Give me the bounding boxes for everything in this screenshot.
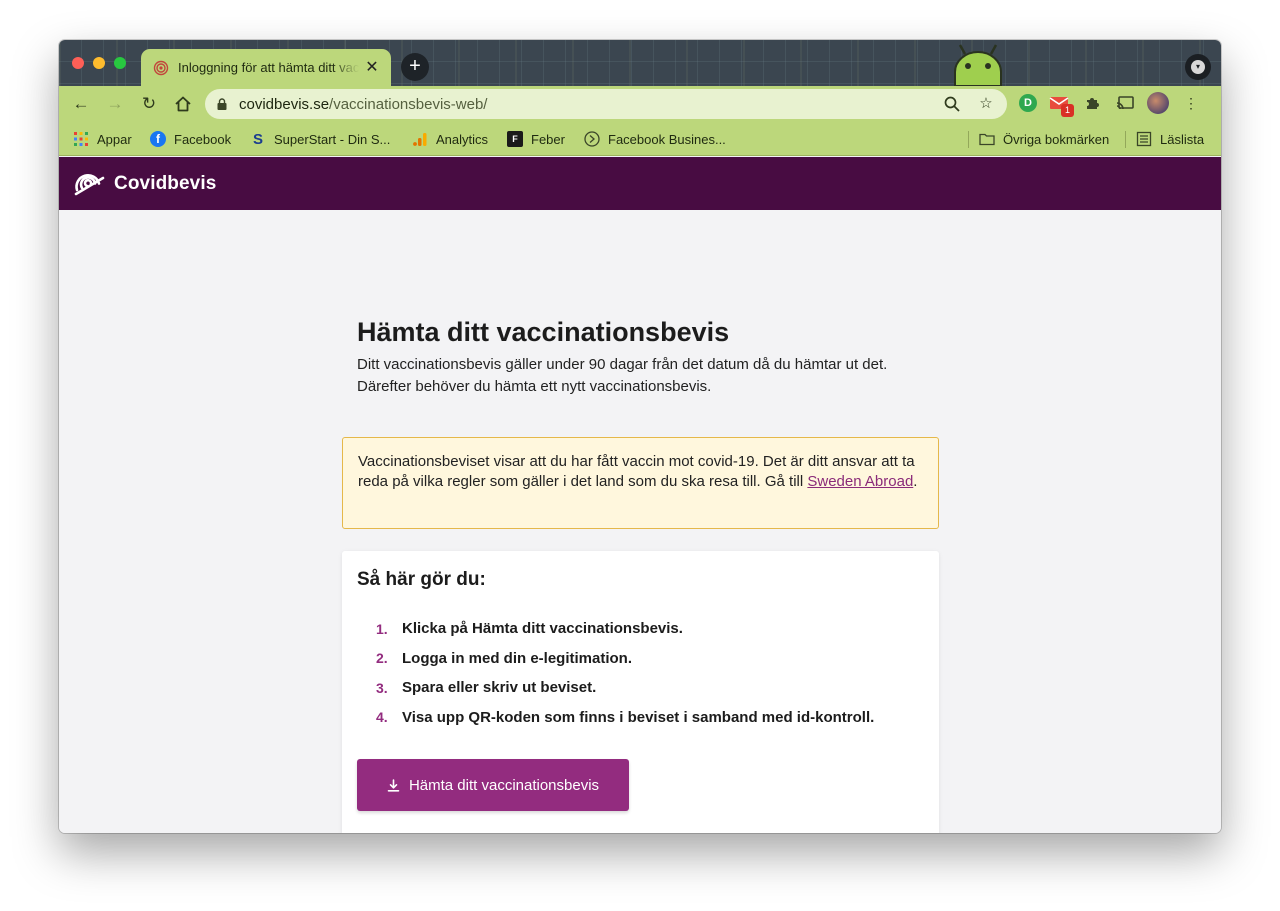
browser-window: Inloggning för att hämta ditt vaccinatio… [59,40,1221,833]
gmail-unread-badge: 1 [1061,104,1074,117]
tab-strip: Inloggning för att hämta ditt vaccinatio… [59,40,1221,86]
extension-green-icon[interactable]: D [1019,94,1037,112]
reading-list-label: Läslista [1160,131,1205,147]
instructions-title: Så här gör du: [357,569,486,590]
reload-icon[interactable]: ↻ [138,93,160,115]
list-item: 4. Visa upp QR-koden som finns i beviset… [357,703,874,733]
bookmark-label: Analytics [436,131,489,147]
chevron-down-icon: ▾ [1191,60,1205,74]
download-button-label: Hämta ditt vaccinationsbevis [408,776,600,794]
list-item: 1. Klicka på Hämta ditt vaccinationsbevi… [357,614,874,644]
tab-active[interactable]: Inloggning för att hämta ditt vaccinatio… [141,49,391,86]
bookmark-label: Facebook Busines... [608,131,726,147]
folder-icon [979,133,995,146]
step-number: 1. [376,620,388,637]
address-bar[interactable]: covidbevis.se/vaccinationsbevis-web/ ☆ [205,89,1007,119]
browser-toolbar: ← → ↻ covidbevis.se/vaccinationsbevis-we… [59,86,1221,122]
apps-grid-icon [74,132,88,146]
step-number: 3. [376,679,388,696]
instructions-list: 1. Klicka på Hämta ditt vaccinationsbevi… [357,614,874,732]
other-bookmarks-folder[interactable]: Övriga bokmärken [979,130,1109,148]
facebook-business-icon [584,131,600,147]
step-text: Klicka på Hämta ditt vaccinationsbevis. [402,620,683,638]
forward-arrow-icon[interactable]: → [104,93,126,115]
more-menu-icon[interactable]: ⋮ [1180,92,1202,114]
covidbevis-logo-icon[interactable] [73,170,106,197]
lock-icon [217,98,227,110]
bookmarks-divider [968,131,969,148]
instructions-card: Så här gör du: 1. Klicka på Hämta ditt v… [342,551,939,833]
user-avatar[interactable] [1147,92,1169,114]
step-text: Spara eller skriv ut beviset. [402,679,597,697]
zoom-search-icon[interactable] [943,95,961,113]
url-text: covidbevis.se/vaccinationsbevis-web/ [239,95,488,113]
bookmark-feber[interactable]: F Feber [507,130,565,148]
main-content: Hämta ditt vaccinationsbevis Ditt vaccin… [59,210,1221,833]
bookmark-label: Facebook [174,131,232,147]
new-tab-button[interactable]: + [401,53,429,81]
extensions-area: D 1 ⋮ [1019,92,1202,117]
bookmark-appar[interactable]: Appar [73,130,132,148]
cast-icon[interactable] [1114,92,1136,114]
facebook-icon: f [150,131,166,147]
download-icon [387,778,400,792]
bookmark-analytics[interactable]: Analytics [412,130,488,148]
reading-list-icon [1136,131,1152,147]
bookmark-label: Appar [97,131,132,147]
superstart-icon: S [252,130,263,148]
gmail-checker-icon[interactable]: 1 [1048,92,1074,117]
android-theme-icon [954,44,1002,86]
chrome-profile-button[interactable]: ▾ [1185,54,1211,80]
back-arrow-icon[interactable]: ← [70,93,92,115]
bookmarks-bar: Appar f Facebook S SuperStart - Din S...… [59,122,1221,156]
bookmark-facebook[interactable]: f Facebook [150,130,231,148]
step-number: 2. [376,650,388,667]
covidbevis-favicon-icon [153,60,169,75]
travel-notice: Vaccinationsbeviset visar att du har fåt… [342,437,939,529]
site-header: Covidbevis [59,157,1221,210]
bookmark-star-icon[interactable]: ☆ [977,95,995,113]
bookmark-label: SuperStart - Din S... [274,131,391,147]
site-name[interactable]: Covidbevis [114,173,216,195]
bookmarks-divider [1125,131,1126,148]
feber-icon: F [507,131,523,147]
bookmark-superstart[interactable]: S SuperStart - Din S... [250,130,390,148]
tab-title: Inloggning för att hämta ditt vaccinatio… [178,60,359,75]
download-certificate-button[interactable]: Hämta ditt vaccinationsbevis [357,759,629,811]
list-item: 2. Logga in med din e-legitimation. [357,644,874,674]
other-bookmarks-label: Övriga bokmärken [1003,131,1110,147]
bookmark-facebook-business[interactable]: Facebook Busines... [584,130,726,148]
minimize-window-button[interactable] [93,57,105,69]
bookmark-label: Feber [531,131,565,147]
step-text: Logga in med din e-legitimation. [402,649,633,667]
close-window-button[interactable] [72,57,84,69]
notice-period: . [913,473,918,490]
step-text: Visa upp QR-koden som finns i beviset i … [402,708,875,726]
maximize-window-button[interactable] [114,57,126,69]
tab-close-icon[interactable]: ✕ [363,59,381,77]
extensions-puzzle-icon[interactable] [1081,92,1103,114]
step-number: 4. [376,709,388,726]
sweden-abroad-link[interactable]: Sweden Abroad [807,473,913,490]
page-lead: Ditt vaccinationsbevis gäller under 90 d… [357,356,888,395]
reading-list-button[interactable]: Läslista [1136,130,1204,148]
analytics-icon [413,133,427,146]
page-title: Hämta ditt vaccinationsbevis [357,317,730,347]
list-item: 3. Spara eller skriv ut beviset. [357,673,874,703]
home-icon[interactable] [172,93,194,115]
